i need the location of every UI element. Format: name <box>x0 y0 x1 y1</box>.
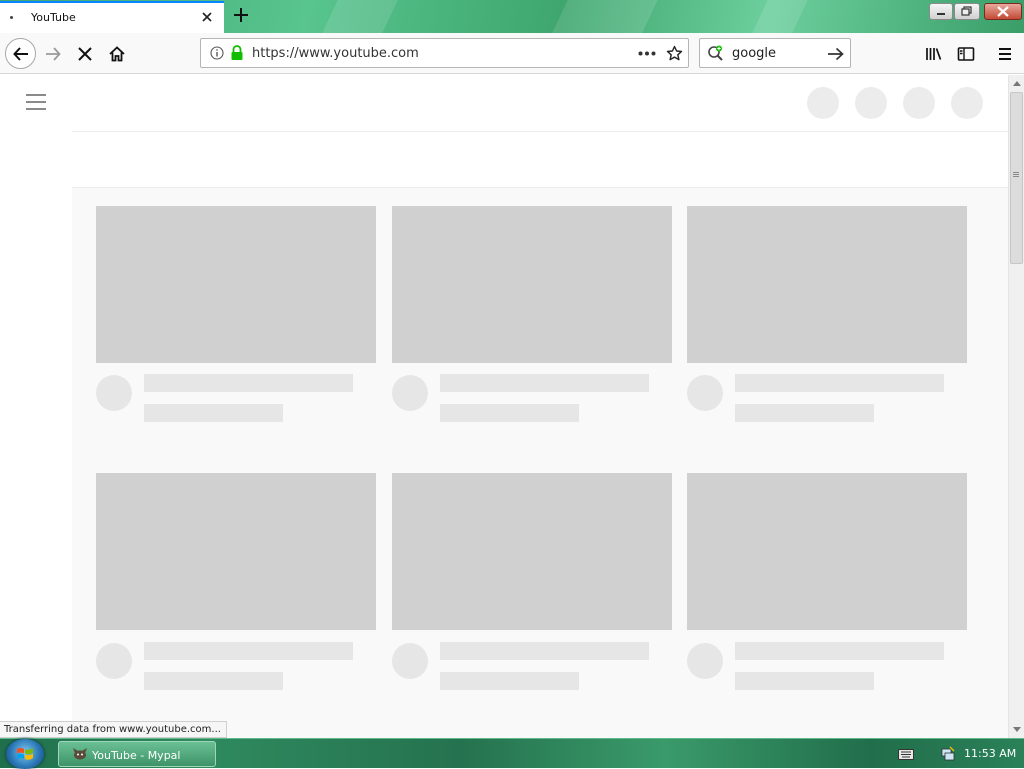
close-icon[interactable] <box>200 10 214 24</box>
meta-placeholder <box>440 672 579 690</box>
video-thumbnail-placeholder <box>392 206 672 363</box>
masthead-placeholder-circle <box>855 87 887 119</box>
back-icon <box>12 46 28 61</box>
page-viewport <box>0 75 1008 738</box>
library-icon <box>926 48 942 60</box>
meta-placeholder <box>440 404 579 422</box>
lock-icon[interactable] <box>230 45 244 61</box>
menu-icon <box>999 48 1011 60</box>
masthead-placeholder-circle <box>903 87 935 119</box>
search-engine-icon[interactable] <box>707 45 725 62</box>
hamburger-icon[interactable] <box>26 94 46 110</box>
new-tab-icon[interactable] <box>232 6 250 24</box>
forward-button[interactable] <box>39 40 67 68</box>
video-thumbnail-placeholder <box>687 206 967 363</box>
stop-button[interactable] <box>71 40 99 68</box>
video-grid-skeleton <box>72 188 1008 738</box>
tab-title: YouTube <box>31 11 76 24</box>
vertical-scrollbar[interactable] <box>1008 75 1024 738</box>
url-text[interactable]: https://www.youtube.com <box>252 46 419 61</box>
channel-avatar-placeholder <box>96 375 132 411</box>
start-button[interactable] <box>6 739 44 769</box>
url-bar[interactable]: https://www.youtube.com <box>200 38 689 68</box>
search-bar[interactable]: google <box>699 38 851 68</box>
scrollbar-grip-icon <box>1013 172 1019 173</box>
windows-taskbar: YouTube - Mypal 11:53 AM <box>0 738 1024 769</box>
channel-avatar-placeholder <box>96 643 132 679</box>
restore-icon <box>961 6 972 16</box>
title-placeholder <box>735 374 944 392</box>
navigation-toolbar: https://www.youtube.com google <box>0 33 1024 74</box>
tab-loading-icon <box>10 16 13 19</box>
status-tooltip: Transferring data from www.youtube.com..… <box>0 721 227 738</box>
meta-placeholder <box>735 404 874 422</box>
scroll-up-arrow-icon[interactable] <box>1013 81 1021 86</box>
tab-strip: YouTube <box>0 0 1024 33</box>
menu-button[interactable] <box>991 40 1019 68</box>
channel-avatar-placeholder <box>392 375 428 411</box>
youtube-masthead <box>0 75 1008 131</box>
library-button[interactable] <box>920 40 948 68</box>
home-icon <box>109 46 125 62</box>
scroll-down-arrow-icon[interactable] <box>1013 727 1021 732</box>
video-thumbnail-placeholder <box>687 473 967 630</box>
restore-button[interactable] <box>954 3 980 20</box>
scrollbar-thumb[interactable] <box>1010 92 1023 264</box>
title-placeholder <box>440 374 649 392</box>
info-icon[interactable] <box>210 46 224 60</box>
minimize-button[interactable] <box>929 3 953 20</box>
bookmark-star-icon[interactable] <box>666 45 683 62</box>
titlebar-decoration <box>322 0 398 33</box>
search-input[interactable]: google <box>732 46 776 61</box>
network-icon[interactable] <box>940 746 956 762</box>
taskbar-item-mypal[interactable]: YouTube - Mypal <box>58 741 216 767</box>
channel-avatar-placeholder <box>392 643 428 679</box>
home-button[interactable] <box>103 40 131 68</box>
video-thumbnail-placeholder <box>96 206 376 363</box>
sidebar-icon <box>957 47 975 61</box>
mypal-app-icon <box>73 748 87 760</box>
meta-placeholder <box>144 672 283 690</box>
back-button[interactable] <box>5 38 36 69</box>
sidebar-button[interactable] <box>952 40 980 68</box>
forward-icon <box>46 47 61 61</box>
meta-placeholder <box>144 404 283 422</box>
video-thumbnail-placeholder <box>96 473 376 630</box>
channel-avatar-placeholder <box>687 643 723 679</box>
title-placeholder <box>144 642 353 660</box>
masthead-placeholder-circle <box>951 87 983 119</box>
tab-youtube[interactable]: YouTube <box>0 1 224 33</box>
video-thumbnail-placeholder <box>392 473 672 630</box>
title-placeholder <box>735 642 944 660</box>
taskbar-item-label: YouTube - Mypal <box>92 749 181 762</box>
stop-icon <box>78 47 92 61</box>
meta-placeholder <box>735 672 874 690</box>
titlebar-decoration <box>752 0 808 33</box>
masthead-placeholder-circle <box>807 87 839 119</box>
minimize-icon <box>937 13 945 15</box>
close-window-button[interactable] <box>984 3 1022 20</box>
system-clock[interactable]: 11:53 AM <box>964 747 1016 760</box>
titlebar-decoration <box>552 0 658 33</box>
channel-avatar-placeholder <box>687 375 723 411</box>
page-actions-icon[interactable] <box>638 51 656 56</box>
close-window-icon <box>997 6 1009 17</box>
title-placeholder <box>440 642 649 660</box>
go-arrow-icon[interactable] <box>827 46 845 62</box>
title-placeholder <box>144 374 353 392</box>
windows-logo-icon <box>17 748 33 760</box>
keyboard-icon[interactable] <box>898 749 914 760</box>
chip-bar-placeholder <box>72 131 1008 188</box>
